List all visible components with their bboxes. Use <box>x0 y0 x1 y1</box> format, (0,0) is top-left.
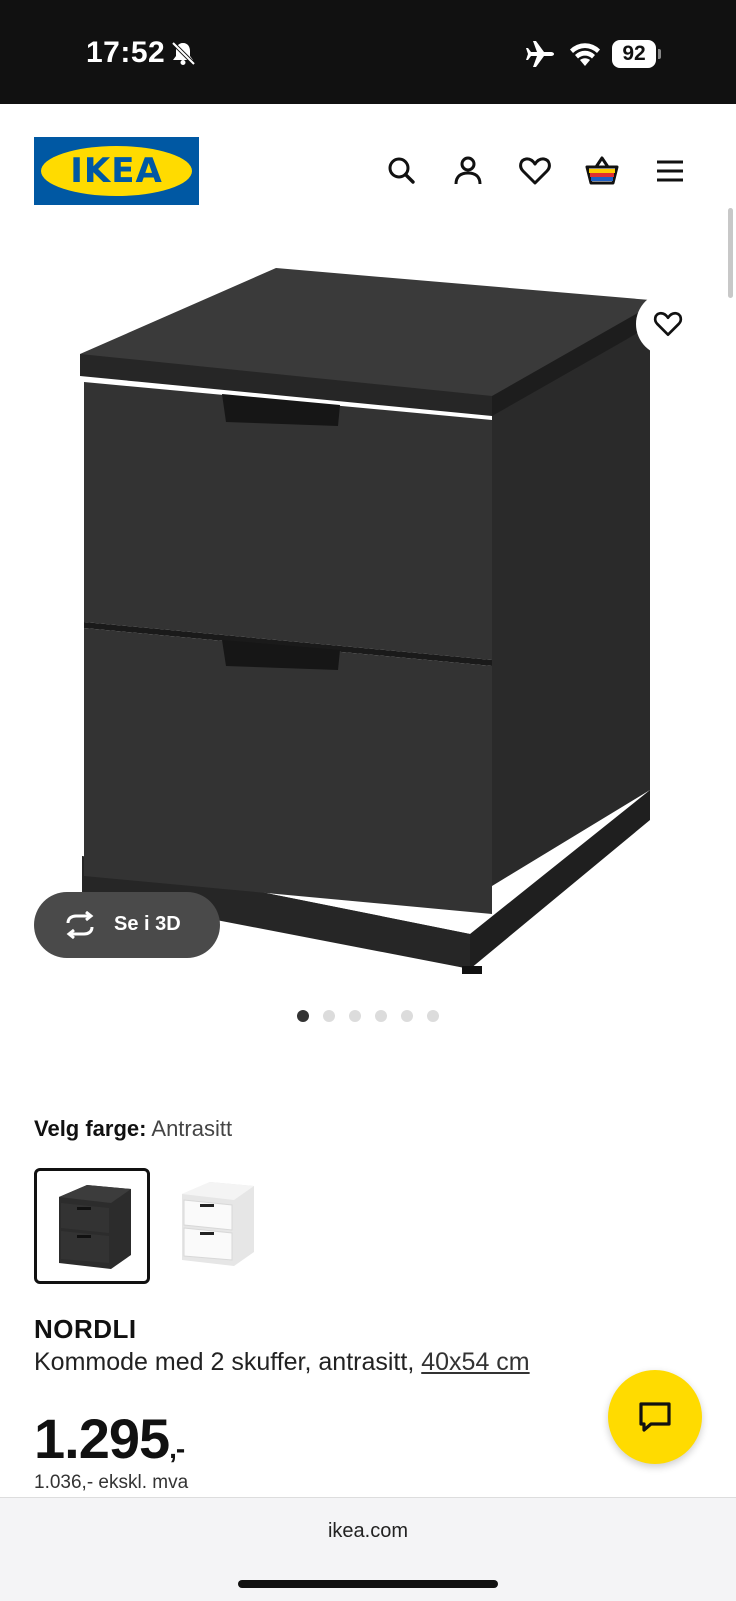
battery-icon: 92 <box>612 40 662 68</box>
chat-icon <box>639 1402 671 1432</box>
menu-icon[interactable] <box>652 153 688 189</box>
pagination-dot-4[interactable] <box>375 1010 387 1022</box>
product-dimensions-link[interactable]: 40x54 cm <box>421 1348 529 1376</box>
ikea-logo[interactable]: IKEA <box>34 137 199 205</box>
save-favorite-button[interactable] <box>636 292 700 356</box>
rotate-3d-icon <box>66 911 94 939</box>
color-label-key: Velg farge: <box>34 1116 147 1141</box>
heart-icon[interactable] <box>517 153 553 189</box>
pagination-dot-6[interactable] <box>427 1010 439 1022</box>
color-option-antrasitt[interactable] <box>34 1168 150 1284</box>
pagination-dot-2[interactable] <box>323 1010 335 1022</box>
battery-level: 92 <box>612 40 656 68</box>
color-option-hvit[interactable] <box>160 1168 272 1280</box>
airplane-icon <box>526 41 554 67</box>
pagination-dot-1[interactable] <box>297 1010 309 1022</box>
product-description: Kommode med 2 skuffer, antrasitt, <box>34 1348 415 1376</box>
bell-muted-icon <box>171 41 196 66</box>
heart-icon <box>653 311 683 336</box>
home-indicator[interactable] <box>238 1580 498 1588</box>
color-picker-label: Velg farge: Antrasitt <box>34 1116 232 1142</box>
pagination-dot-5[interactable] <box>401 1010 413 1022</box>
account-icon[interactable] <box>450 153 486 189</box>
view-3d-label: Se i 3D <box>114 913 181 935</box>
url-text[interactable]: ikea.com <box>0 1520 736 1543</box>
basket-icon[interactable] <box>584 153 620 189</box>
product-price: 1.295,- <box>34 1406 185 1471</box>
product-name: NORDLI <box>34 1314 137 1344</box>
swatch-image-antrasitt <box>59 1185 131 1269</box>
status-bar: 17:52 92 <box>0 0 736 104</box>
pagination-dot-3[interactable] <box>349 1010 361 1022</box>
price-ex-vat: 1.036,- ekskl. mva <box>34 1472 189 1493</box>
product-image[interactable] <box>0 234 736 1004</box>
browser-url-bar[interactable]: ikea.com <box>0 1497 736 1601</box>
price-suffix: ,- <box>169 1433 185 1464</box>
search-icon[interactable] <box>384 153 420 189</box>
status-time: 17:52 <box>86 36 166 69</box>
price-main: 1.295 <box>34 1407 170 1470</box>
view-3d-button[interactable]: Se i 3D <box>34 892 220 958</box>
site-header: IKEA <box>0 104 736 234</box>
wifi-icon <box>570 43 600 66</box>
swatch-image-hvit <box>182 1182 254 1266</box>
chat-button[interactable] <box>608 1370 702 1464</box>
color-selected-value: Antrasitt <box>151 1116 233 1141</box>
product-description-line: Kommode med 2 skuffer, antrasitt, 40x54 … <box>34 1348 530 1377</box>
gallery-pagination <box>0 1010 736 1026</box>
